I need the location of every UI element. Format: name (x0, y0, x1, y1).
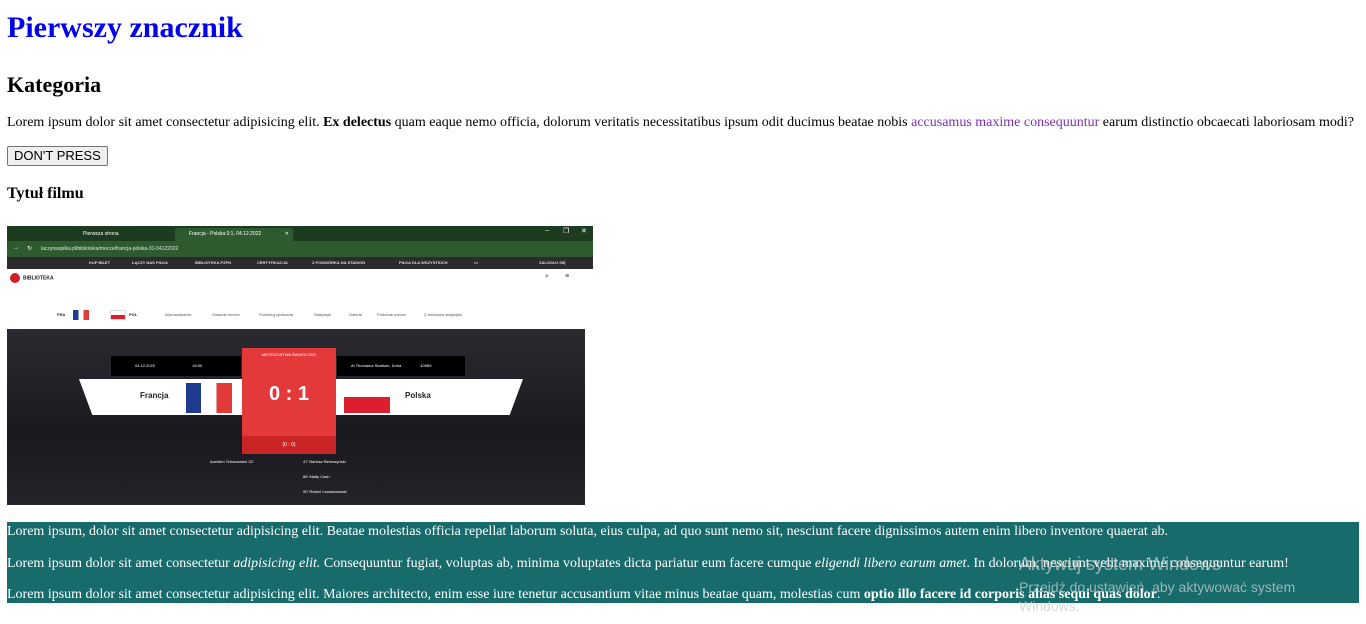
intro-text-2: quam eaque nemo officia, dolorum veritat… (391, 115, 912, 130)
match-subnav: FRA POL Wprowadzenie Ostatnie mecze Prze… (7, 301, 585, 329)
close-icon: ✕ (581, 228, 587, 235)
poland-flag-icon (110, 310, 126, 320)
category-heading: Kategoria (7, 72, 102, 97)
event-row: 88' Matty Cash (303, 474, 330, 479)
intro-text-3: earum distinctio obcaecati laboriosam mo… (1099, 115, 1354, 130)
windows-watermark-text: Przejdź do ustawień, aby aktywować syste… (1019, 579, 1296, 595)
home-team: Francja (140, 391, 169, 400)
windows-watermark-text-2: Windows. (1019, 598, 1080, 614)
teal-paragraph-1: Lorem ipsum, dolor sit amet consectetur … (7, 524, 1169, 539)
reload-icon: ↻ (27, 246, 33, 252)
video-page: KUP BILET ŁĄCZY NAS PIŁKA BIBLIOTEKA PZP… (7, 257, 593, 505)
match-info-left: 04.12.2022 18:00 (111, 356, 241, 376)
browser-urlbar: → ↻ laczynaspilka.pl/biblioteka/mecze/fr… (7, 241, 593, 257)
intro-text-1: Lorem ipsum dolor sit amet consectetur a… (7, 115, 324, 130)
browser-tabbar: Pierwsza strona✕ Francja - Polska 0:1, 0… (7, 226, 593, 241)
halftime-score: (0 : 0) (242, 436, 336, 454)
site-logo: BIBLIOTEKA (10, 273, 54, 283)
site-topnav: KUP BILET ŁĄCZY NAS PIŁKA BIBLIOTEKA PZP… (7, 257, 593, 269)
scoreboard: MISTRZOSTWA ŚWIATA 2022 0 : 1 (0 : 0) (242, 348, 336, 454)
intro-link[interactable]: accusamus maxime consequuntur (911, 115, 1099, 130)
away-team: Polska (405, 391, 431, 400)
forward-icon: → (13, 245, 19, 251)
page-content: Pierwszy znacznik Kategoria Lorem ipsum … (7, 0, 1359, 204)
video-frame[interactable]: Pierwsza strona✕ Francja - Polska 0:1, 0… (7, 226, 593, 505)
browser-url: laczynaspilka.pl/biblioteka/mecze/francj… (41, 246, 179, 252)
video-title: Tytuł filmu (7, 185, 84, 202)
pzpn-logo-icon (10, 273, 20, 283)
browser-tab-1: Pierwsza strona✕ (83, 231, 179, 237)
intro-bold: Ex delectus (323, 115, 392, 130)
windows-watermark-title: Aktywuj system Windows (1019, 554, 1222, 574)
final-score: 0 : 1 (268, 383, 310, 405)
menu-icon: ≡ (565, 273, 570, 280)
browser-tab-2: Francja - Polska 0:1, 04.12.2022 ✕ (175, 228, 293, 241)
match-info-right: Al Thumama Stadium, Doha 40989 (337, 356, 465, 376)
intro-paragraph: Lorem ipsum dolor sit amet consectetur a… (7, 115, 1359, 131)
teal-paragraph-3: Lorem ipsum dolor sit amet consectetur a… (7, 587, 1161, 602)
event-row: Aurelien Tchouameni 32' (210, 459, 254, 464)
poland-flag-large (344, 397, 390, 413)
dont-press-button[interactable]: DON'T PRESS (7, 146, 108, 166)
match-hero: 04.12.2022 18:00 Al Thumama Stadium, Doh… (7, 329, 585, 505)
event-row: 90' Robert Lewandowski (303, 489, 347, 494)
minimize-icon: – (545, 227, 549, 234)
search-icon: ⌕ (545, 273, 549, 280)
france-flag-large (186, 383, 232, 413)
page-title: Pierwszy znacznik (7, 11, 243, 44)
maximize-icon: ❐ (563, 228, 570, 235)
event-row: 47' Bartosz Bereszyński (303, 459, 346, 464)
france-flag-icon (73, 310, 89, 320)
